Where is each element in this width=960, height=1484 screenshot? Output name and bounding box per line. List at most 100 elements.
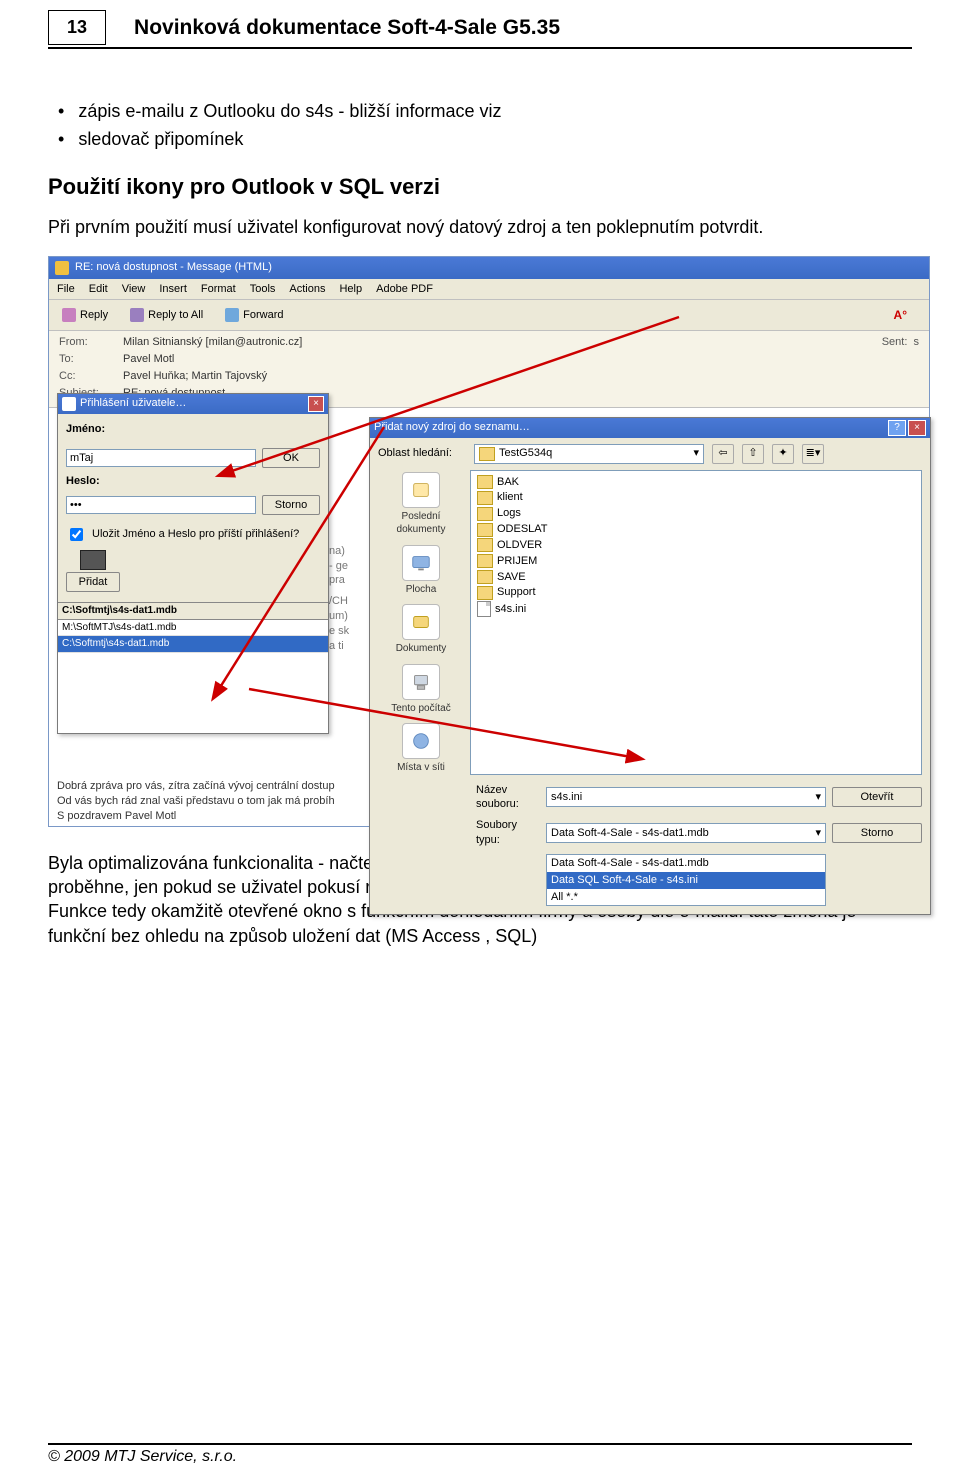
reply-label: Reply (80, 308, 108, 323)
new-folder-icon[interactable]: ✦ (772, 444, 794, 464)
close-icon[interactable]: × (908, 420, 926, 436)
filetype-option-selected[interactable]: Data SQL Soft-4-Sale - s4s.ini (547, 872, 825, 889)
reply-all-label: Reply to All (148, 308, 203, 323)
jmeno-input[interactable] (66, 449, 256, 467)
file-item[interactable]: s4s.ini (477, 601, 915, 617)
chevron-down-icon: ▾ (815, 826, 821, 841)
folder-item[interactable]: Logs (477, 506, 915, 521)
reply-button[interactable]: Reply (55, 306, 115, 325)
computer-icon (402, 664, 440, 700)
login-title: Přihlášení uživatele… (80, 396, 186, 411)
open-button[interactable]: Otevřít (832, 787, 922, 807)
menu-edit[interactable]: Edit (89, 282, 108, 297)
menu-insert[interactable]: Insert (159, 282, 187, 297)
document-title: Novinková dokumentace Soft-4-Sale G5.35 (134, 16, 560, 40)
list-item: sledovač připomínek (58, 127, 912, 151)
body-line: Od vás bych rád znal vaši představu o to… (57, 794, 335, 809)
message-body-text: Dobrá zpráva pro vás, zítra začíná vývoj… (57, 779, 335, 824)
folder-icon (477, 554, 493, 568)
menu-file[interactable]: File (57, 282, 75, 297)
mail-icon (55, 261, 69, 275)
places-label: Plocha (406, 583, 437, 597)
section-heading: Použití ikony pro Outlook v SQL verzi (48, 172, 912, 202)
chevron-down-icon: ▾ (815, 790, 821, 805)
folder-item[interactable]: ODESLAT (477, 522, 915, 537)
menu-actions[interactable]: Actions (289, 282, 325, 297)
menu-adobe[interactable]: Adobe PDF (376, 282, 433, 297)
server-icon (80, 550, 106, 570)
help-icon[interactable]: ? (888, 420, 906, 436)
filetype-label: Soubory typu: (476, 818, 540, 848)
text-fragment: na) (329, 544, 349, 559)
places-recent[interactable]: Poslední dokumenty (378, 472, 464, 537)
menu-help[interactable]: Help (339, 282, 362, 297)
menu-format[interactable]: Format (201, 282, 236, 297)
folder-name: ODESLAT (497, 522, 548, 537)
desktop-icon (402, 545, 440, 581)
lookin-combo[interactable]: TestG534q ▾ (474, 444, 704, 464)
app-icon (62, 397, 76, 411)
forward-icon (225, 308, 239, 322)
cancel-button[interactable]: Storno (832, 823, 922, 843)
back-icon[interactable]: ⇦ (712, 444, 734, 464)
views-icon[interactable]: ≣▾ (802, 444, 824, 464)
login-titlebar: Přihlášení uživatele… × (58, 394, 328, 414)
datasource-row[interactable]: M:\SoftMTJ\s4s-dat1.mdb (58, 620, 328, 637)
places-computer[interactable]: Tento počítač (391, 664, 450, 716)
folder-item[interactable]: Support (477, 585, 915, 600)
folder-icon (477, 491, 493, 505)
ok-button[interactable]: OK (262, 448, 320, 468)
places-documents[interactable]: Dokumenty (396, 604, 447, 656)
hidden-body-fragments: na) - ge pra /CH um) e sk a ti (329, 544, 349, 654)
close-icon[interactable]: × (308, 396, 324, 412)
cc-label: Cc: (59, 369, 115, 384)
body-line: S pozdravem Pavel Motl (57, 809, 335, 824)
places-label: Místa v síti (397, 761, 445, 775)
recent-icon (402, 472, 440, 508)
folder-name: SAVE (497, 570, 526, 585)
filename-input[interactable]: s4s.ini▾ (546, 787, 826, 807)
heslo-input[interactable] (66, 496, 256, 514)
reply-all-button[interactable]: Reply to All (123, 306, 210, 325)
filetype-dropdown[interactable]: Data Soft-4-Sale - s4s-dat1.mdb Data SQL… (546, 854, 826, 907)
filetype-combo[interactable]: Data Soft-4-Sale - s4s-dat1.mdb▾ (546, 823, 826, 843)
menu-tools[interactable]: Tools (250, 282, 276, 297)
places-desktop[interactable]: Plocha (402, 545, 440, 597)
folder-item[interactable]: PRIJEM (477, 554, 915, 569)
folder-name: klient (497, 490, 523, 505)
from-value: Milan Sitnianský [milan@autronic.cz] (123, 335, 851, 350)
login-dialog: Přihlášení uživatele… × Jméno: OK Heslo:… (57, 393, 329, 734)
from-label: From: (59, 335, 115, 350)
filetype-option[interactable]: All *.* (547, 889, 825, 906)
folder-item[interactable]: SAVE (477, 570, 915, 585)
file-list[interactable]: BAK klient Logs ODESLAT OLDVER PRIJEM SA… (470, 470, 922, 775)
text-fragment: - ge (329, 559, 349, 574)
folder-icon (477, 538, 493, 552)
text-fragment: /CH (329, 594, 349, 609)
folder-item[interactable]: klient (477, 490, 915, 505)
a-tracking-icon[interactable]: A° (894, 307, 907, 323)
filetype-option[interactable]: Data Soft-4-Sale - s4s-dat1.mdb (547, 855, 825, 872)
folder-name: Support (497, 585, 536, 600)
pridat-button[interactable]: Přidat (66, 572, 120, 592)
save-credentials-checkbox[interactable] (70, 528, 83, 541)
up-icon[interactable]: ⇧ (742, 444, 764, 464)
open-file-dialog: Přidat nový zdroj do seznamu… ? × Oblast… (369, 417, 931, 916)
folder-item[interactable]: BAK (477, 475, 915, 490)
chevron-down-icon: ▾ (693, 446, 699, 461)
sent-label: Sent: s (859, 335, 919, 350)
datasource-list: C:\Softmtj\s4s-dat1.mdb M:\SoftMTJ\s4s-d… (58, 602, 328, 653)
network-icon (402, 723, 440, 759)
outlook-menu-bar: File Edit View Insert Format Tools Actio… (49, 279, 929, 301)
bullet-list: zápis e-mailu z Outlooku do s4s - bližší… (58, 99, 912, 152)
forward-button[interactable]: Forward (218, 306, 290, 325)
folder-item[interactable]: OLDVER (477, 538, 915, 553)
text-fragment: a ti (329, 639, 349, 654)
lookin-label: Oblast hledání: (378, 446, 466, 461)
places-network[interactable]: Místa v síti (397, 723, 445, 775)
to-value: Pavel Motl (123, 352, 851, 367)
folder-icon (477, 507, 493, 521)
storno-button[interactable]: Storno (262, 495, 320, 515)
datasource-row-selected[interactable]: C:\Softmtj\s4s-dat1.mdb (58, 636, 328, 653)
menu-view[interactable]: View (122, 282, 146, 297)
